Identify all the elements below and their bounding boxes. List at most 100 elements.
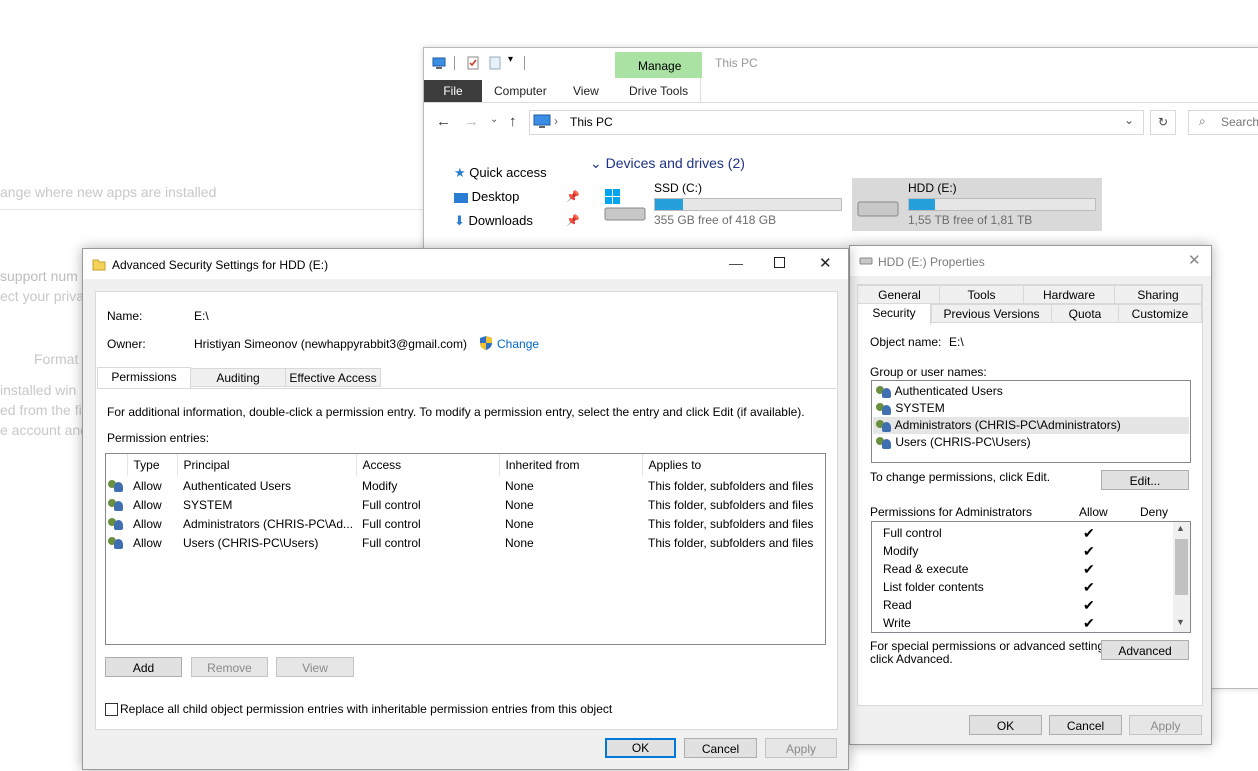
list-item[interactable]: Authenticated Users — [876, 383, 1003, 400]
table-row[interactable]: Allow Users (CHRIS-PC\Users) Full contro… — [106, 533, 825, 552]
dialog-title: HDD (E:) Properties — [878, 255, 985, 269]
scroll-up-icon[interactable]: ▲ — [1176, 523, 1185, 533]
column-header-applies-to[interactable]: Applies to — [642, 454, 825, 476]
advanced-titlebar[interactable]: Advanced Security Settings for HDD (E:) … — [83, 249, 848, 279]
remove-button[interactable]: Remove — [191, 657, 268, 677]
drive-hdd-e[interactable]: HDD (E:) 1,55 TB free of 1,81 TB — [852, 178, 1102, 231]
list-item-label: Administrators (CHRIS-PC\Administrators) — [894, 418, 1121, 432]
uac-shield-icon — [480, 336, 492, 350]
user-group-icon — [108, 517, 124, 531]
add-button[interactable]: Add — [105, 657, 182, 677]
column-header-icon — [106, 454, 128, 476]
tab-drive-tools[interactable]: Drive Tools — [629, 84, 688, 98]
desktop-icon — [454, 192, 468, 203]
user-group-icon — [876, 385, 892, 399]
this-pc-icon[interactable] — [432, 56, 446, 70]
view-button[interactable]: View — [276, 657, 354, 677]
replace-child-entries-checkbox[interactable] — [105, 703, 118, 716]
cell-type: Allow — [133, 497, 162, 512]
address-bar[interactable]: › This PC ⌄ — [529, 110, 1144, 135]
section-devices-and-drives[interactable]: ⌄ Devices and drives (2) — [590, 155, 745, 172]
nav-quick-access[interactable]: ★ Quick access — [454, 165, 547, 181]
breadcrumb-this-pc[interactable]: This PC — [570, 115, 613, 129]
permission-entries-table[interactable]: Type Principal Access Inherited from App… — [105, 453, 826, 645]
star-icon: ★ — [454, 165, 466, 180]
cancel-button[interactable]: Cancel — [684, 738, 757, 758]
drive-usage-bar — [654, 198, 842, 211]
tab-hardware[interactable]: Hardware — [1023, 285, 1115, 304]
change-owner-link[interactable]: Change — [497, 337, 539, 351]
tab-general[interactable]: General — [857, 285, 942, 304]
column-header-principal[interactable]: Principal — [177, 454, 357, 476]
list-item[interactable]: Users (CHRIS-PC\Users) — [876, 434, 1031, 451]
tab-quota[interactable]: Quota — [1051, 304, 1119, 323]
tab-effective-access[interactable]: Effective Access — [285, 368, 381, 387]
user-group-icon — [876, 402, 892, 416]
allow-check-icon: ✔ — [1083, 561, 1095, 577]
close-icon[interactable]: ✕ — [819, 254, 832, 272]
cell-applies-to: This folder, subfolders and files — [648, 535, 814, 550]
tab-tools[interactable]: Tools — [939, 285, 1024, 304]
list-item-selected[interactable]: Administrators (CHRIS-PC\Administrators) — [873, 417, 1189, 434]
owner-value: Hristiyan Simeonov (newhappyrabbit3@gmai… — [194, 337, 467, 351]
nav-downloads[interactable]: ⬇ Downloads — [454, 213, 533, 229]
cancel-button[interactable]: Cancel — [1049, 715, 1122, 735]
drive-ssd-c[interactable]: SSD (C:) 355 GB free of 418 GB — [599, 178, 844, 231]
apply-button[interactable]: Apply — [765, 738, 837, 758]
allow-column-label: Allow — [1079, 505, 1108, 519]
drive-name: SSD (C:) — [654, 181, 702, 195]
column-header-type[interactable]: Type — [127, 454, 178, 476]
scrollbar-thumb[interactable] — [1175, 539, 1188, 595]
tab-sharing[interactable]: Sharing — [1114, 285, 1202, 304]
table-row[interactable]: Allow Authenticated Users Modify None Th… — [106, 476, 825, 495]
scroll-down-icon[interactable]: ▼ — [1176, 617, 1185, 627]
ok-button[interactable]: OK — [605, 738, 676, 758]
cell-principal: Users (CHRIS-PC\Users) — [183, 535, 319, 550]
column-header-inherited-from[interactable]: Inherited from — [499, 454, 643, 476]
address-chevron-down-icon[interactable]: ⌄ — [1124, 113, 1134, 127]
permissions-list[interactable]: Full control Modify Read & execute List … — [871, 521, 1191, 633]
search-input[interactable]: ⌕ Search — [1188, 110, 1258, 135]
minimize-icon[interactable]: — — [729, 255, 743, 271]
refresh-icon[interactable]: ↻ — [1150, 110, 1176, 135]
properties-icon[interactable] — [466, 56, 480, 70]
bg-text: support num — [0, 268, 78, 284]
chevron-down-icon: ⌄ — [590, 155, 602, 171]
tab-permissions[interactable]: Permissions — [97, 367, 191, 389]
close-icon[interactable]: ✕ — [1188, 251, 1201, 269]
tab-view[interactable]: View — [573, 84, 599, 98]
properties-titlebar[interactable]: HDD (E:) Properties ✕ — [850, 246, 1211, 276]
tab-auditing[interactable]: Auditing — [190, 368, 286, 387]
manage-label: Manage — [638, 59, 682, 73]
ok-button[interactable]: OK — [969, 715, 1042, 735]
list-item[interactable]: SYSTEM — [876, 400, 945, 417]
recent-chevron-down-icon[interactable]: ⌄ — [490, 114, 498, 125]
back-icon[interactable]: ← — [436, 113, 451, 130]
apply-button[interactable]: Apply — [1129, 715, 1202, 735]
pin-icon[interactable]: 📌 — [566, 214, 580, 227]
tab-computer[interactable]: Computer — [494, 84, 547, 98]
pin-icon[interactable]: 📌 — [566, 190, 580, 203]
this-pc-icon — [533, 114, 551, 128]
scrollbar[interactable]: ▲ ▼ — [1173, 522, 1190, 632]
edit-button[interactable]: Edit... — [1101, 470, 1189, 490]
tab-previous-versions[interactable]: Previous Versions — [931, 304, 1052, 323]
name-value: E:\ — [194, 309, 209, 323]
table-row[interactable]: Allow Administrators (CHRIS-PC\Ad... Ful… — [106, 514, 825, 533]
object-name-label: Object name: — [870, 335, 942, 349]
drive-usage-fill — [909, 199, 936, 210]
table-row[interactable]: Allow SYSTEM Full control None This fold… — [106, 495, 825, 514]
bg-text: e account and — [0, 422, 88, 438]
tab-customize[interactable]: Customize — [1118, 304, 1202, 323]
advanced-button[interactable]: Advanced — [1101, 640, 1189, 660]
qat-dropdown-icon[interactable]: ▾ — [508, 54, 513, 65]
group-list[interactable]: Authenticated Users SYSTEM Administrator… — [871, 380, 1191, 463]
tab-security[interactable]: Security — [857, 303, 931, 325]
maximize-icon[interactable] — [774, 257, 785, 268]
new-folder-icon[interactable] — [488, 56, 502, 70]
up-icon[interactable]: ↑ — [509, 113, 517, 130]
tab-file[interactable]: File — [424, 80, 482, 102]
forward-icon[interactable]: → — [464, 113, 479, 130]
column-header-access[interactable]: Access — [356, 454, 500, 476]
nav-desktop[interactable]: Desktop — [454, 189, 519, 204]
